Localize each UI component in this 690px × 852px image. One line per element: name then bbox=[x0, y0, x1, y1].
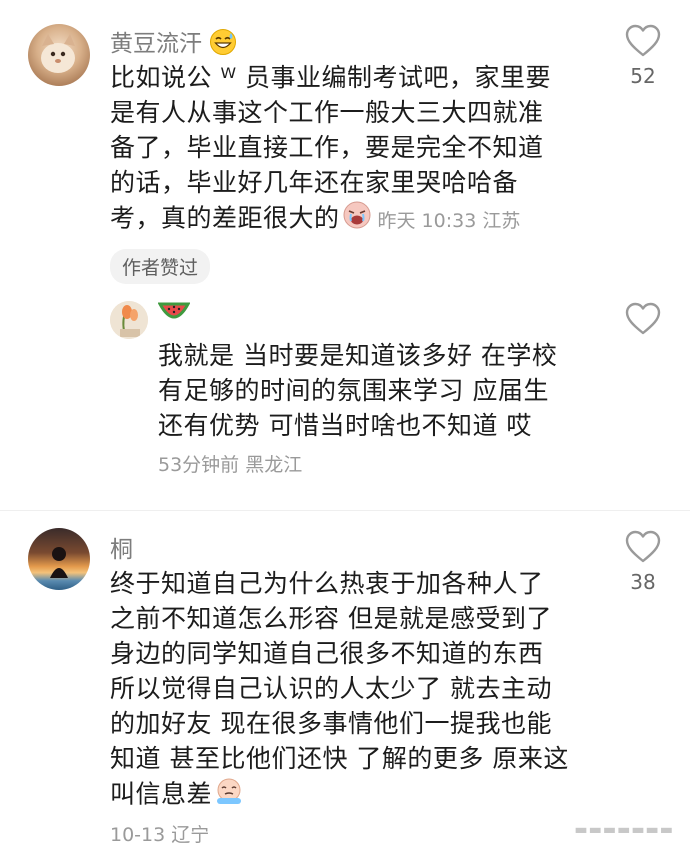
like-count: 38 bbox=[630, 570, 656, 594]
comment-meta: 10-13 辽宁 bbox=[110, 824, 210, 846]
username[interactable]: 桐 bbox=[110, 530, 133, 564]
heart-outline-icon bbox=[625, 530, 661, 563]
comment-2: 桐 终于知道自己为什么热衷于加各种人了 之前不知道怎么形容 但是就是感受到了 身… bbox=[0, 0, 690, 852]
like-button[interactable]: 38 bbox=[623, 530, 663, 594]
tears-emoji bbox=[214, 776, 244, 815]
comment-text: 终于知道自己为什么热衷于加各种人了 之前不知道怎么形容 但是就是感受到了 身边的… bbox=[110, 566, 610, 815]
avatar[interactable] bbox=[28, 528, 90, 590]
watermark: ▬▬▬▬▬▬▬ bbox=[574, 822, 674, 838]
